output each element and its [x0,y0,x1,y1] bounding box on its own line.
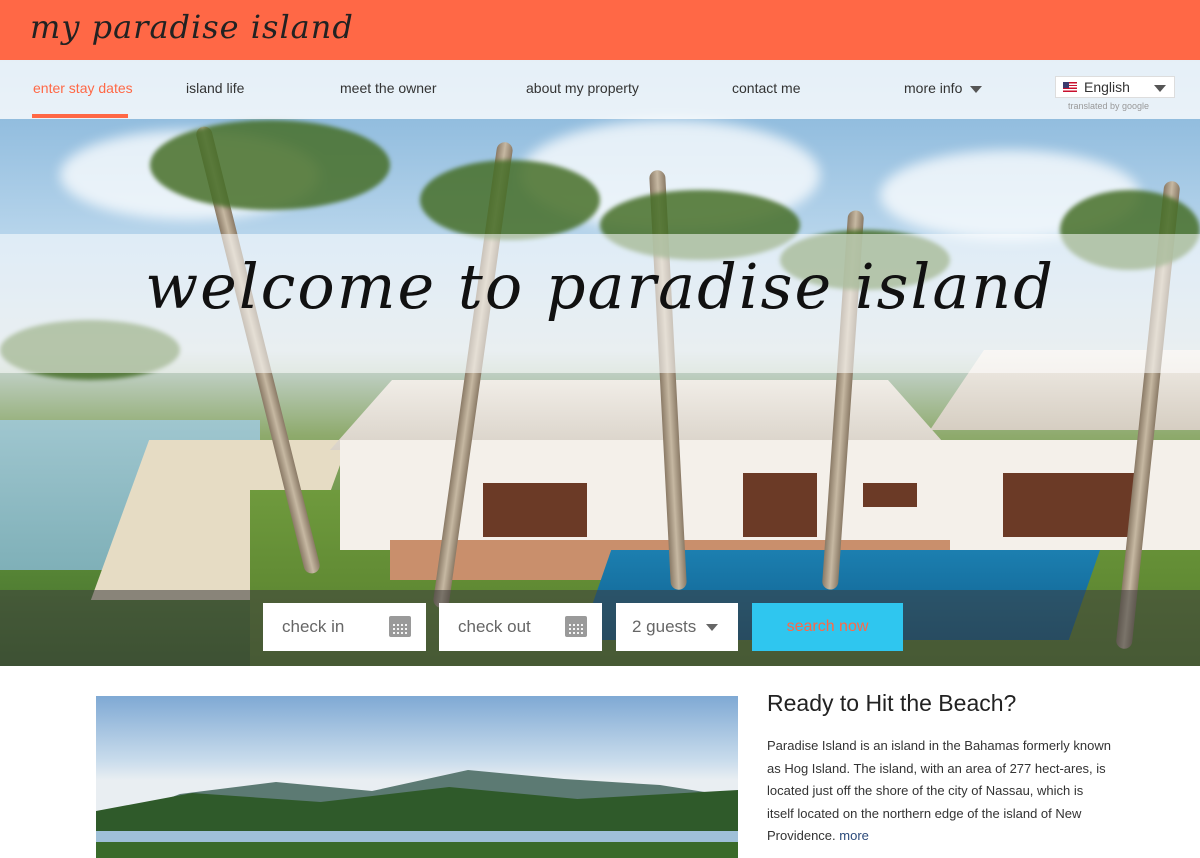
nav-item-enter-stay-dates[interactable]: enter stay dates [33,80,133,96]
language-select-value: English [1084,79,1130,95]
nav-item-meet-the-owner[interactable]: meet the owner [340,80,437,96]
check-in-field[interactable]: check in [263,603,426,651]
header-bar: my paradise island [0,0,1200,60]
nav-item-contact-me[interactable]: contact me [732,80,800,96]
calendar-icon[interactable] [389,616,411,637]
section-body: Paradise Island is an island in the Baha… [767,735,1112,848]
guests-select-value: 2 guests [632,617,697,636]
active-tab-indicator [32,114,128,118]
island-landscape-image [96,696,738,858]
chevron-down-icon [706,624,718,631]
site-logo[interactable]: my paradise island [30,8,354,46]
nav-item-about-my-property[interactable]: about my property [526,80,639,96]
section-body-text: Paradise Island is an island in the Baha… [767,738,1111,843]
guests-select[interactable]: 2 guests [616,603,738,651]
more-link[interactable]: more [839,828,869,843]
check-out-field[interactable]: check out [439,603,602,651]
section-title: Ready to Hit the Beach? [767,690,1017,716]
nav-item-more-info[interactable]: more info [904,80,983,96]
nav-item-island-life[interactable]: island life [186,80,244,96]
calendar-icon[interactable] [565,616,587,637]
search-now-button[interactable]: search now [752,603,903,651]
language-select[interactable]: English [1055,76,1175,98]
nav-item-more-info-label: more info [904,80,963,96]
check-in-placeholder: check in [282,617,345,636]
chevron-down-icon [1154,85,1166,92]
check-out-placeholder: check out [458,617,531,636]
chevron-down-icon [970,85,983,93]
us-flag-icon [1063,82,1077,92]
translated-by-google: translated by google [1068,101,1150,111]
welcome-heading: welcome to paradise island [145,250,1055,323]
